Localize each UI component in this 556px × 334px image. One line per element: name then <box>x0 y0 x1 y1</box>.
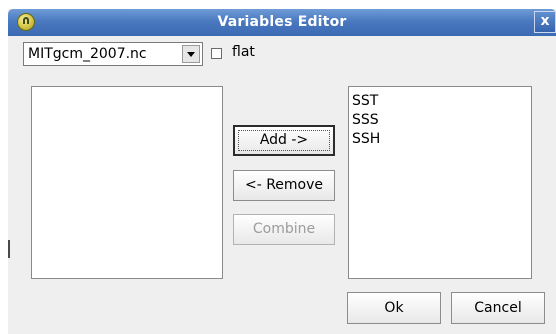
list-item[interactable]: SSH <box>349 130 531 149</box>
file-select-value: MITgcm_2007.nc <box>28 46 147 62</box>
cancel-button[interactable]: Cancel <box>451 292 545 324</box>
window-title: Variables Editor <box>217 14 347 30</box>
window-edge-divider <box>8 240 10 258</box>
flat-checkbox-label[interactable]: flat <box>232 44 255 60</box>
ok-button[interactable]: Ok <box>347 292 441 324</box>
file-select[interactable]: MITgcm_2007.nc <box>23 42 203 66</box>
remove-button[interactable]: <- Remove <box>233 170 335 201</box>
chevron-down-icon[interactable] <box>182 45 200 63</box>
selected-variables-list[interactable]: SST SSS SSH <box>348 86 532 279</box>
title-bar[interactable]: Variables Editor x <box>8 9 556 36</box>
close-button[interactable]: x <box>534 11 556 33</box>
list-item[interactable]: SSS <box>349 111 531 130</box>
available-variables-list[interactable] <box>31 86 223 279</box>
list-item[interactable]: SST <box>349 92 531 111</box>
add-button[interactable]: Add -> <box>233 125 335 156</box>
flat-checkbox[interactable] <box>211 48 222 59</box>
combine-button[interactable]: Combine <box>233 214 335 245</box>
